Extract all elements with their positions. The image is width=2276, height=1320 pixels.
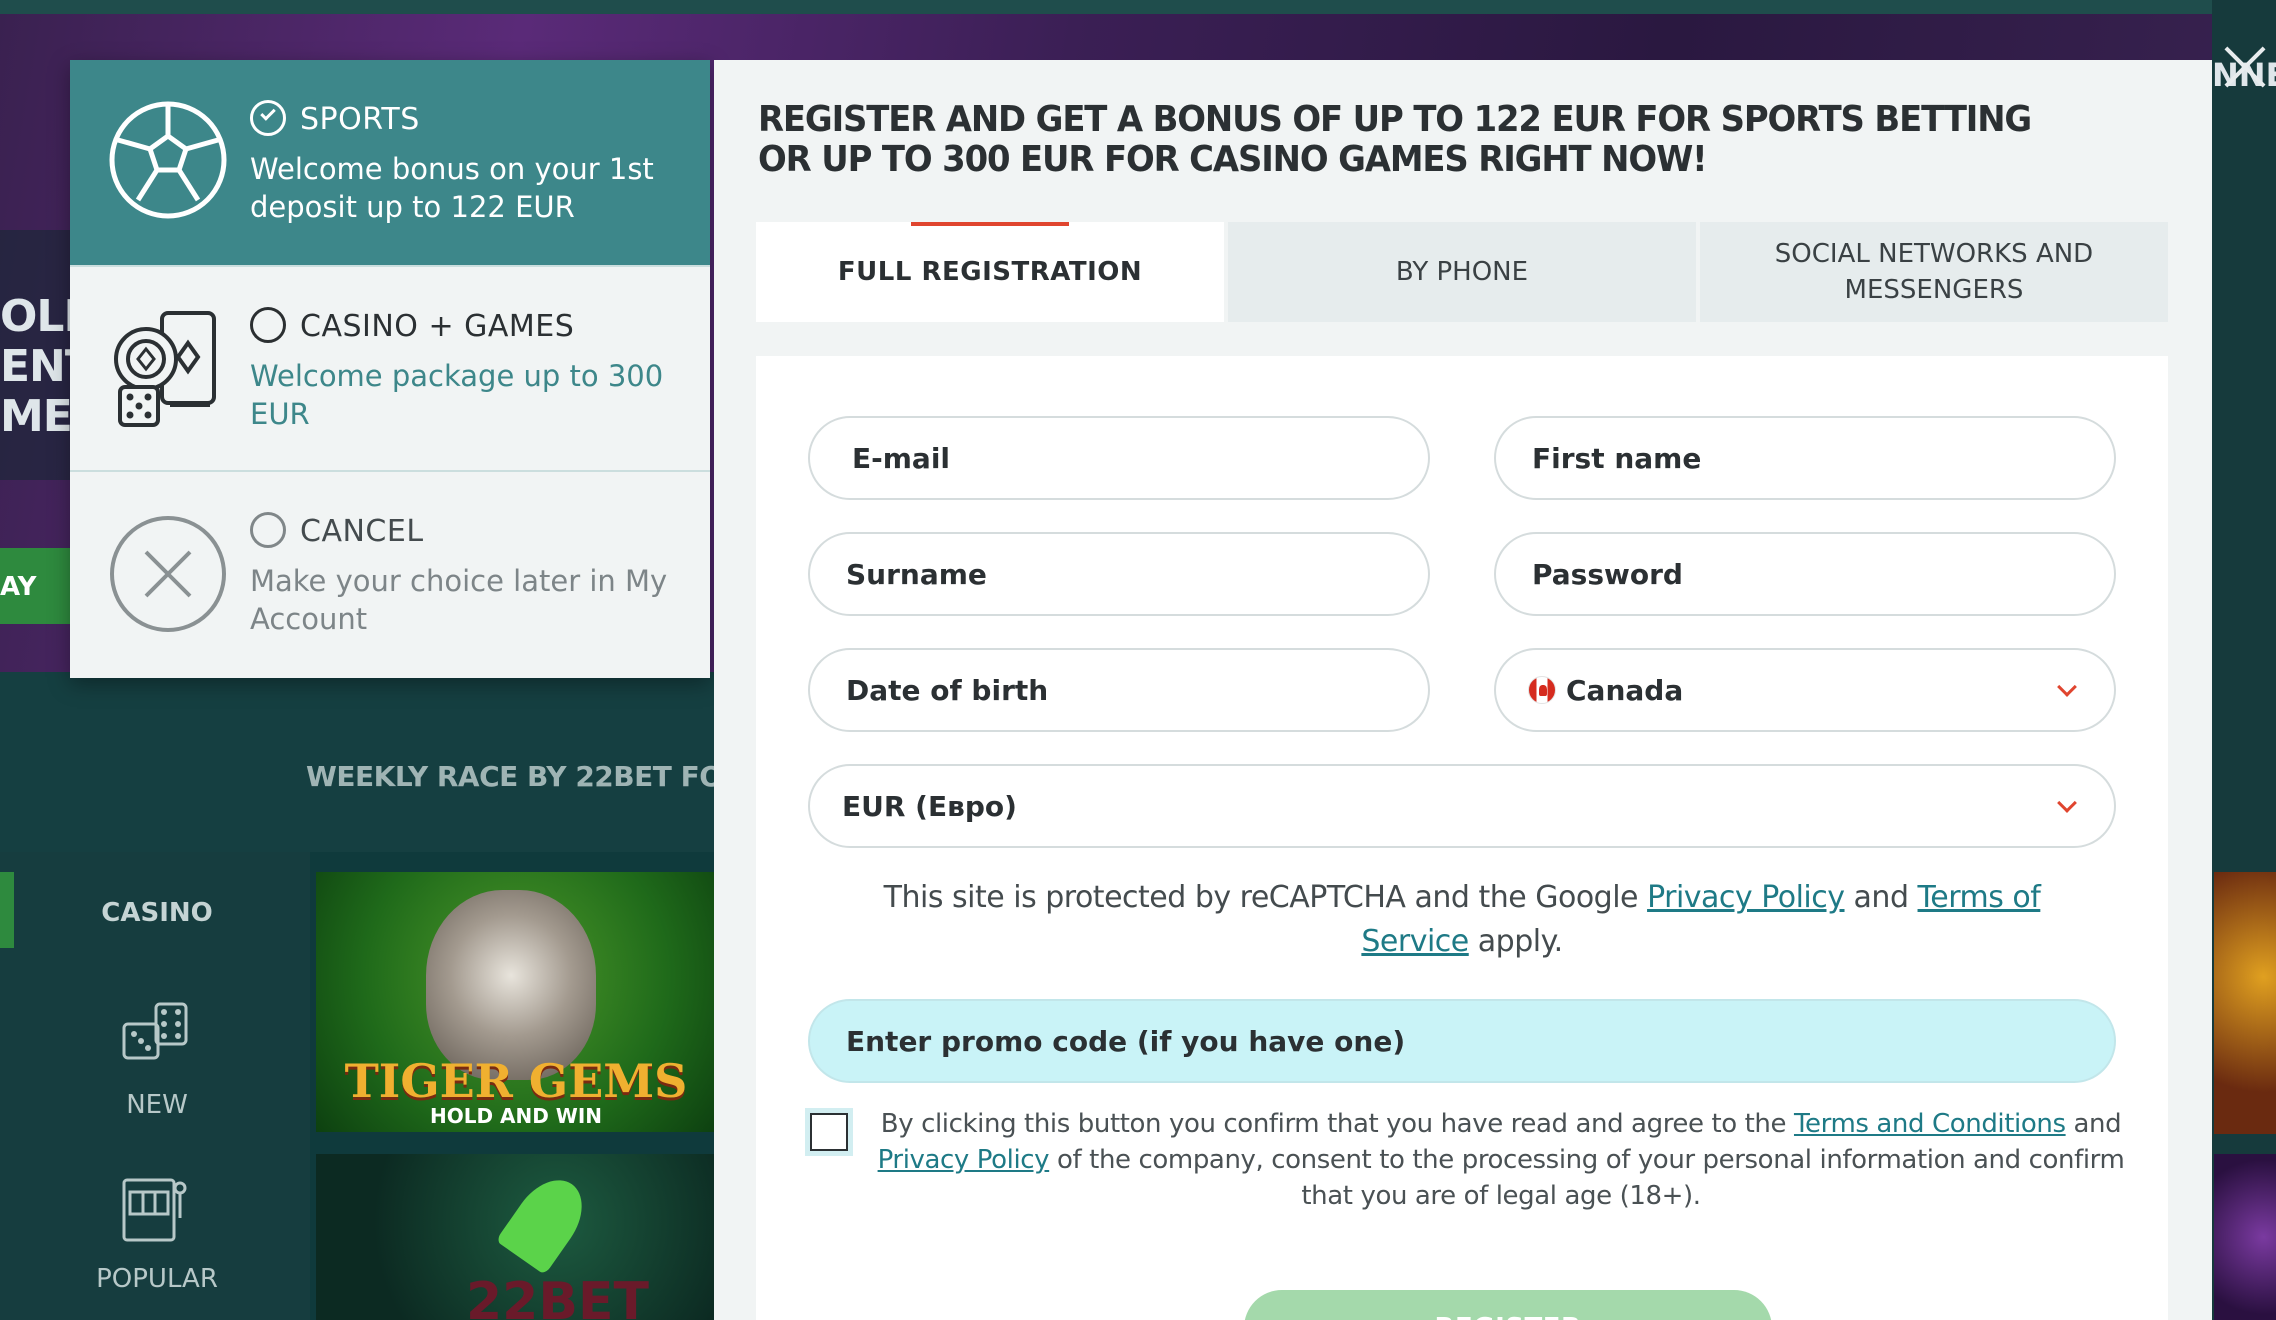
bonus-description: Welcome package up to 300 EUR — [250, 359, 664, 431]
country-value: Canada — [1566, 673, 1684, 707]
game-title: TIGER GEMS — [344, 1054, 688, 1108]
recaptcha-text: This site is protected by reCAPTCHA and … — [883, 880, 1648, 915]
game-subtitle: HOLD AND WIN — [429, 1104, 603, 1128]
password-field[interactable] — [1532, 557, 2114, 591]
bonus-name: CANCEL — [300, 514, 424, 549]
tiger-artwork — [426, 890, 596, 1080]
agreement-text-part: By clicking this button you confirm that… — [880, 1109, 1794, 1139]
game-tile-22bet[interactable]: 22BET — [316, 1154, 716, 1320]
rail-casino-label[interactable]: CASINO — [0, 898, 314, 928]
privacy-policy-link[interactable]: Privacy Policy — [878, 1145, 1050, 1175]
dice-icon[interactable] — [118, 998, 194, 1074]
bonus-option-cancel[interactable]: CANCEL Make your choice later in My Acco… — [70, 472, 710, 678]
agreement-checkbox[interactable] — [810, 1113, 848, 1151]
bonus-name: SPORTS — [300, 102, 420, 137]
currency-value: EUR (Евро) — [842, 789, 1017, 823]
registration-tabs: FULL REGISTRATION BY PHONE SOCIAL NETWOR… — [756, 222, 2168, 322]
agreement-text: By clicking this button you confirm that… — [876, 1106, 2126, 1214]
bonus-description: Make your choice later in My Account — [250, 564, 668, 636]
registration-modal: REGISTER AND GET A BONUS OF UP TO 122 EU… — [714, 60, 2212, 1320]
email-field-wrapper — [808, 416, 1430, 500]
top-bar — [0, 0, 2276, 14]
recaptcha-text: and — [1844, 880, 1918, 915]
email-field[interactable] — [852, 441, 1428, 475]
first-name-field-wrapper — [1494, 416, 2116, 500]
chevron-down-icon — [2057, 677, 2077, 697]
bonus-chooser: SPORTS Welcome bonus on your 1st deposit… — [70, 60, 710, 678]
cancel-circle-icon — [110, 516, 226, 632]
date-of-birth-field[interactable] — [846, 673, 1428, 707]
check-icon — [260, 105, 276, 121]
registration-form: Canada EUR (Евро) This site is protected… — [756, 356, 2168, 1320]
recaptcha-notice: This site is protected by reCAPTCHA and … — [836, 876, 2088, 964]
game-tile-right-1[interactable] — [2214, 872, 2276, 1134]
soccer-ball-icon — [109, 101, 227, 219]
chevron-down-icon — [2057, 793, 2077, 813]
hero-cta-button[interactable]: AY — [0, 548, 72, 624]
recaptcha-text: apply. — [1468, 924, 1563, 959]
agreement-text-part: and — [2065, 1109, 2122, 1139]
promo-code-wrapper — [808, 999, 2116, 1083]
rail-item-new[interactable]: NEW — [0, 1090, 314, 1120]
canada-flag-icon — [1528, 676, 1556, 704]
bonus-name: CASINO + GAMES — [300, 309, 575, 344]
rail-item-popular[interactable]: POPULAR — [0, 1264, 314, 1294]
dob-field-wrapper — [808, 648, 1430, 732]
radio-unselected[interactable] — [250, 307, 286, 343]
tab-social-networks[interactable]: SOCIAL NETWORKS AND MESSENGERS — [1700, 222, 2168, 322]
privacy-policy-link[interactable]: Privacy Policy — [1647, 880, 1845, 915]
slot-machine-icon[interactable] — [118, 1172, 194, 1248]
promo-code-input[interactable] — [846, 1024, 2114, 1058]
country-select[interactable]: Canada — [1494, 648, 2116, 732]
modal-title: REGISTER AND GET A BONUS OF UP TO 122 EU… — [758, 99, 2032, 180]
first-name-field[interactable] — [1532, 441, 2114, 475]
surname-field-wrapper — [808, 532, 1430, 616]
password-field-wrapper — [1494, 532, 2116, 616]
tab-by-phone[interactable]: BY PHONE — [1228, 222, 1696, 322]
currency-select[interactable]: EUR (Евро) — [808, 764, 2116, 848]
close-icon[interactable] — [2222, 44, 2268, 90]
terms-and-conditions-link[interactable]: Terms and Conditions — [1794, 1109, 2066, 1139]
bonus-option-sports[interactable]: SPORTS Welcome bonus on your 1st deposit… — [70, 60, 710, 265]
bonus-description: Welcome bonus on your 1st deposit up to … — [250, 152, 654, 224]
rocket-artwork — [495, 1166, 597, 1276]
agreement-text-part: of the company, consent to the processin… — [1049, 1145, 2125, 1211]
game-title: 22BET — [466, 1272, 649, 1320]
radio-unselected[interactable] — [250, 512, 286, 548]
game-tile-right-2[interactable] — [2214, 1154, 2276, 1320]
casino-chips-icon — [114, 311, 216, 427]
register-button[interactable]: REGISTER — [1244, 1290, 1772, 1320]
bonus-option-casino[interactable]: CASINO + GAMES Welcome package up to 300… — [70, 265, 710, 472]
radio-selected[interactable] — [250, 100, 286, 136]
surname-field[interactable] — [846, 557, 1428, 591]
tab-full-registration[interactable]: FULL REGISTRATION — [756, 222, 1224, 322]
game-tile-tiger-gems[interactable]: TIGER GEMS HOLD AND WIN — [316, 872, 716, 1132]
